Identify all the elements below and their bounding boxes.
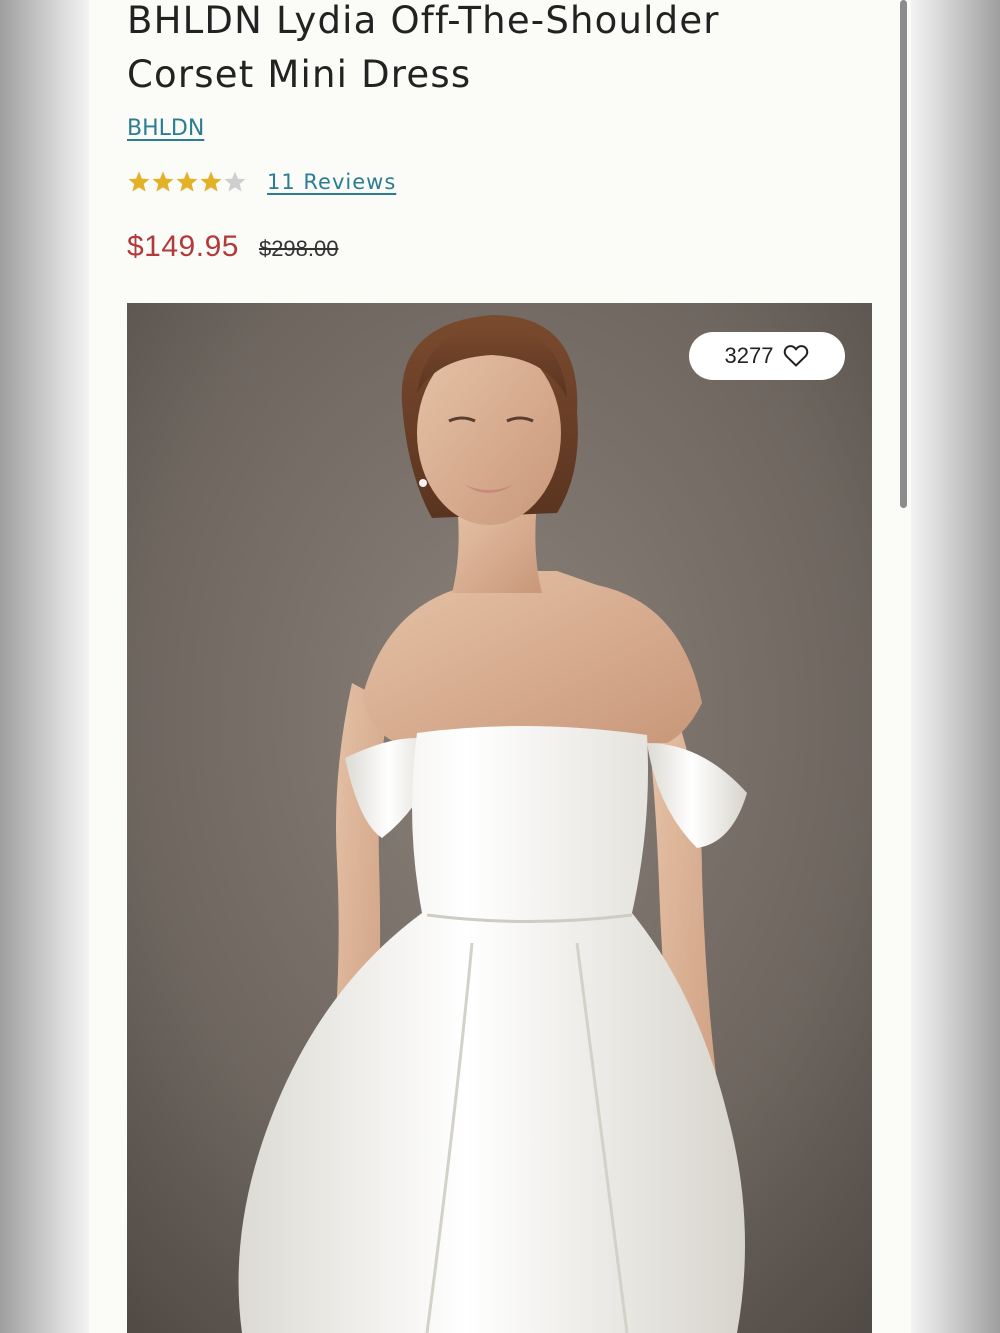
heart-outline-icon	[784, 345, 809, 367]
product-image[interactable]: 3277	[127, 303, 872, 1333]
sale-price: $149.95	[127, 230, 239, 263]
product-page: BHLDN Lydia Off-The-Shoulder Corset Mini…	[89, 0, 911, 1333]
rating-row: 11 Reviews	[127, 170, 396, 194]
favorite-button[interactable]: 3277	[689, 332, 845, 380]
model-photo	[127, 303, 872, 1333]
favorite-count: 3277	[724, 343, 774, 368]
scrollbar[interactable]	[900, 0, 907, 508]
price-row: $149.95 $298.00	[127, 230, 338, 264]
star-icon	[224, 171, 246, 192]
brand-link[interactable]: BHLDN	[127, 116, 204, 141]
original-price: $298.00	[258, 236, 339, 261]
product-title: BHLDN Lydia Off-The-Shoulder Corset Mini…	[127, 0, 720, 96]
star-icon	[128, 171, 150, 192]
star-icon	[200, 171, 222, 192]
reviews-link[interactable]: 11 Reviews	[267, 170, 396, 194]
star-icon	[152, 171, 174, 192]
star-icon	[176, 171, 198, 192]
star-rating	[127, 170, 247, 194]
